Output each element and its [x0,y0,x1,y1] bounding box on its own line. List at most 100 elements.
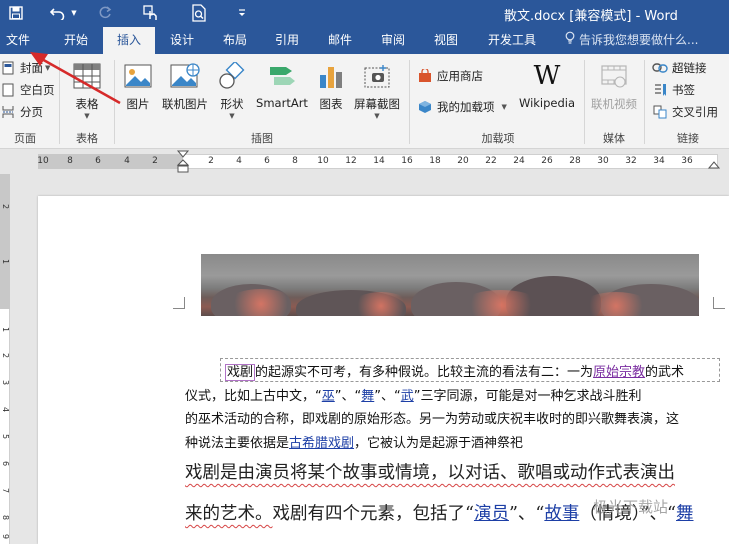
tab-insert[interactable]: 插入 [103,27,155,55]
online-video-label: 联机视频 [591,97,637,111]
cover-page-icon [0,60,16,76]
chevron-down-icon: ▼ [501,103,507,111]
ruler-tick: 3 [1,380,10,386]
text-run: 戏剧有四个元素，包括了“ [272,504,474,524]
header-image[interactable] [201,254,699,316]
indent-marker-icon[interactable] [176,149,190,174]
undo-icon[interactable] [48,3,68,23]
ruler-tick: 24 [513,156,525,166]
link-primitive-religion[interactable]: 原始宗教 [593,365,645,380]
group-separator [409,60,410,144]
link-greek-drama[interactable]: 古希腊戏剧 [289,436,354,451]
group-separator [59,60,60,144]
tab-home[interactable]: 开始 [54,27,98,54]
online-video-icon [598,60,630,92]
bookmark-button[interactable]: 书签 [652,80,695,100]
vertical-ruler[interactable]: 2 1 1 2 3 4 5 6 7 8 9 [0,174,10,544]
link-wu-shaman[interactable]: 巫 [322,389,335,404]
crop-mark [713,297,725,309]
ruler-tick: 10 [37,156,49,166]
smartart-button[interactable]: SmartArt [254,60,310,110]
group-label-addins: 加载项 [481,132,515,145]
link-wu-martial[interactable]: 武 [401,389,414,404]
ruler-tick: 2 [208,156,214,166]
text-line: 仪式，比如上古中文，“巫”、“舞”、“武”三字同源，可能是对一种乞求战斗胜利 [185,385,715,409]
ruler-tick: 8 [292,156,298,166]
group-label-pages: 页面 [14,132,36,145]
ruler-tick: 16 [401,156,413,166]
wikipedia-button[interactable]: W Wikipedia [514,60,580,110]
cover-page-button[interactable]: 封面 ▼ [0,58,50,78]
shapes-label: 形状 [220,97,244,111]
link-stage[interactable]: 舞 [676,504,694,524]
group-separator [114,60,115,144]
screenshot-button[interactable]: 屏幕截图 ▼ [350,60,404,120]
blank-page-button[interactable]: 空白页 [0,80,55,100]
store-button[interactable]: 应用商店 [417,66,483,86]
save-icon[interactable] [6,3,26,23]
ruler-tick: 8 [1,515,10,521]
wikipedia-icon: W [533,61,561,91]
horizontal-ruler[interactable]: 10 8 6 4 2 2 4 6 8 10 12 14 16 18 20 22 … [0,149,729,174]
ruler-tick: 20 [457,156,469,166]
tell-me-box[interactable]: 告诉我您想要做什么... [565,27,698,54]
group-separator [584,60,585,144]
ruler-tick: 34 [653,156,665,166]
print-preview-icon[interactable] [188,3,210,23]
customize-icon[interactable] [236,3,248,23]
ruler-tick: 1 [1,327,10,333]
page-break-button[interactable]: 分页 [0,102,43,122]
ruler-tick: 2 [1,353,10,359]
link-actor[interactable]: 演员 [474,504,509,524]
picture-button[interactable]: 图片 [120,60,156,112]
right-indent-marker-icon[interactable] [708,159,720,169]
tell-me-text: 告诉我您想要做什么... [579,33,699,47]
online-picture-label: 联机图片 [162,97,208,111]
cross-reference-button[interactable]: 交叉引用 [652,102,718,122]
tab-references[interactable]: 引用 [265,27,309,54]
touch-mode-icon[interactable] [140,3,162,23]
tab-mailings[interactable]: 邮件 [318,27,362,54]
group-separator [644,60,645,144]
hyperlink-label: 超链接 [672,61,707,75]
paragraph-definition[interactable]: 戏剧是由演员将某个故事或情境，以对话、歌唱或动作式表演出 来的艺术。戏剧有四个元… [185,453,717,535]
tab-design[interactable]: 设计 [160,27,204,54]
window-title: 散文.docx [兼容模式] - Word [504,9,678,24]
tab-file[interactable]: 文件 [0,27,36,54]
tab-layout[interactable]: 布局 [213,27,257,54]
watermark: 极光下载站 [593,498,669,516]
online-picture-icon [169,60,201,92]
ruler-tick: 14 [373,156,385,166]
table-icon [71,60,103,92]
text-line: 的巫术活动的合称，即戏剧的原始形态。另一为劳动或庆祝丰收时的即兴歌舞表演，这 [185,412,680,427]
ruler-tick: 32 [625,156,637,166]
ruler-tick: 2 [152,156,158,166]
link-story[interactable]: 故事 [544,504,579,524]
table-button[interactable]: 表格 ▼ [67,60,107,120]
group-label-tables: 表格 [76,132,98,145]
undo-dropdown-icon[interactable]: ▼ [68,3,80,23]
shapes-button[interactable]: 形状 ▼ [214,60,250,120]
online-picture-button[interactable]: 联机图片 [158,60,212,112]
redo-icon[interactable] [96,3,114,23]
link-wu-dance[interactable]: 舞 [361,389,374,404]
ruler-tick: 10 [317,156,329,166]
hyperlink-button[interactable]: 超链接 [652,58,707,78]
text-run: ”、“ [508,504,545,524]
ruler-tick: 4 [1,407,10,413]
ruler-tick: 6 [95,156,101,166]
wikipedia-label: Wikipedia [518,96,576,110]
cross-reference-label: 交叉引用 [672,105,718,119]
ruler-tick: 5 [1,434,10,440]
bookmark-icon [652,82,668,98]
smartart-icon [266,60,298,92]
chart-button[interactable]: 图表 [314,60,348,112]
my-addins-button[interactable]: 我的加载项 ▼ [417,97,507,117]
tab-view[interactable]: 视图 [424,27,468,54]
tab-developer[interactable]: 开发工具 [479,27,545,54]
paragraph-origin[interactable]: 戏剧 的起源实不可考，有多种假说。比较主流的看法有二：一为原始宗教的武术 仪式，比… [185,361,715,455]
page-break-label: 分页 [20,105,43,119]
tab-review[interactable]: 审阅 [371,27,415,54]
bookmark-label: 书签 [672,83,695,97]
blank-page-label: 空白页 [20,83,55,97]
